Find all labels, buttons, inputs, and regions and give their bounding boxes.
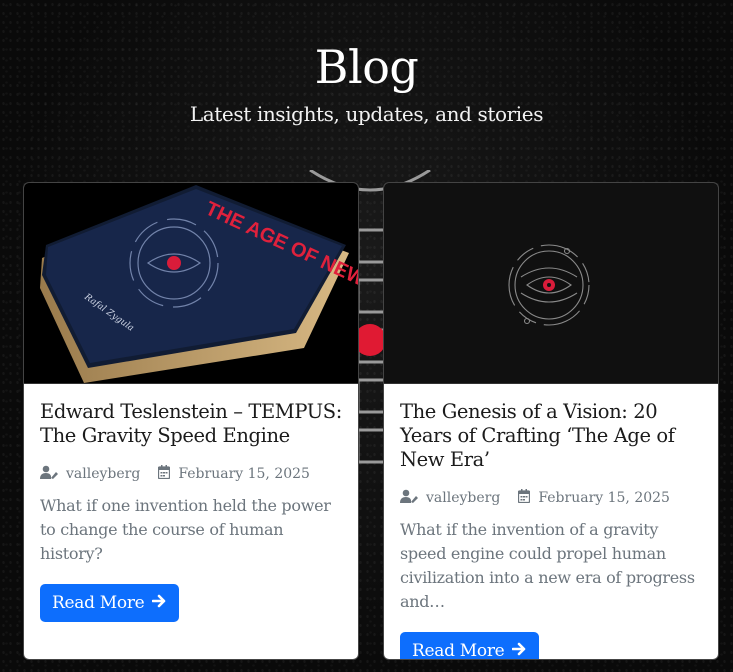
user-pen-icon [40,465,58,483]
post-title[interactable]: Edward Teslenstein – TEMPUS: The Gravity… [40,400,342,448]
page-subtitle: Latest insights, updates, and stories [189,102,544,126]
read-more-button[interactable]: Read More [400,632,540,660]
page-header: Blog Latest insights, updates, and stori… [0,38,733,128]
read-more-label: Read More [52,593,145,613]
eye-emblem-image [384,183,718,383]
post-excerpt: What if the invention of a gravity speed… [400,520,695,611]
blog-post-card: The Genesis of a Vision: 20 Years of Cra… [383,182,719,660]
post-thumbnail[interactable]: THE AGE OF NEW ERA Rafal Zygula [24,183,358,384]
arrow-right-icon [512,641,527,659]
post-thumbnail[interactable] [384,183,718,384]
post-meta: valleyberg February 15, 2025 [40,464,342,484]
blog-post-card: THE AGE OF NEW ERA Rafal Zygula Edward T… [23,182,359,660]
calendar-icon [518,489,531,507]
post-meta: valleyberg February 15, 2025 [400,488,702,508]
user-pen-icon [400,489,418,507]
read-more-button[interactable]: Read More [40,584,180,622]
post-excerpt: What if one invention held the power to … [40,496,331,563]
read-more-label: Read More [412,641,505,660]
arrow-right-icon [152,593,167,613]
post-date: February 15, 2025 [538,490,670,506]
post-author[interactable]: valleyberg [66,466,140,482]
post-author[interactable]: valleyberg [426,490,500,506]
calendar-icon [158,465,171,483]
page-title: Blog [314,40,419,94]
post-title[interactable]: The Genesis of a Vision: 20 Years of Cra… [400,400,702,472]
book-cover-image: THE AGE OF NEW ERA Rafal Zygula [24,183,358,383]
post-date: February 15, 2025 [178,466,310,482]
